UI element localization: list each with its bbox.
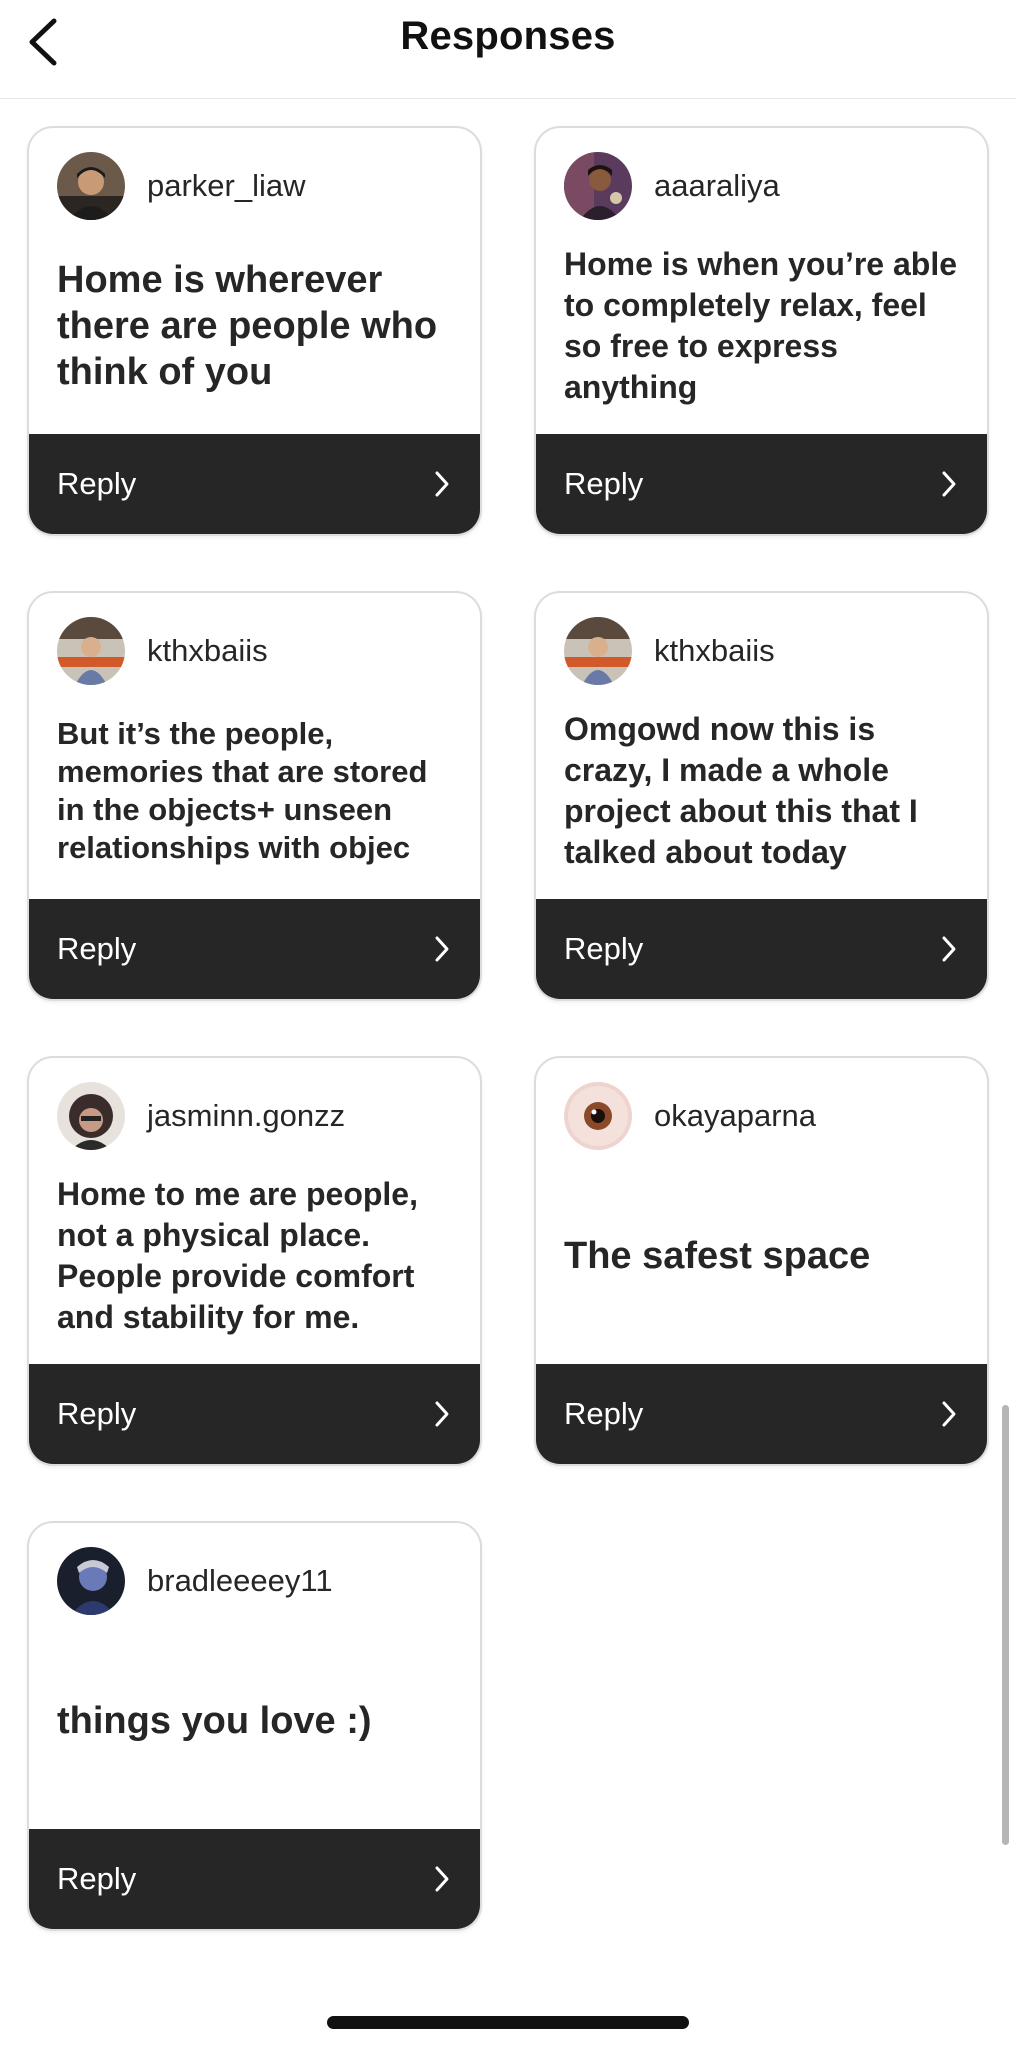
response-author[interactable]: bradleeeey11 [57, 1547, 333, 1615]
response-text: But it’s the people, memories that are s… [57, 716, 428, 865]
username[interactable]: parker_liaw [147, 168, 306, 204]
response-body: Home to me are people, not a physical pl… [57, 1158, 456, 1354]
eye-icon [564, 1082, 632, 1150]
response-text: Home is wherever there are people who th… [57, 259, 438, 393]
reply-label: Reply [564, 1396, 644, 1431]
response-body: Home is wherever there are people who th… [57, 228, 456, 424]
response-body: Omgowd now this is crazy, I made a whole… [564, 693, 963, 889]
response-text: Home to me are people, not a physical pl… [57, 1176, 418, 1335]
home-indicator[interactable] [327, 2016, 689, 2029]
response-author[interactable]: jasminn.gonzz [57, 1082, 345, 1150]
username[interactable]: kthxbaiis [147, 633, 268, 669]
username[interactable]: jasminn.gonzz [147, 1098, 345, 1134]
response-author[interactable]: parker_liaw [57, 152, 306, 220]
response-card: kthxbaiis Omgowd now this is crazy, I ma… [534, 591, 989, 1001]
chevron-right-icon [939, 1400, 959, 1428]
response-text: Home is when you’re able to completely r… [564, 246, 957, 405]
response-text: things you love :) [57, 1700, 372, 1742]
reply-button[interactable]: Reply [29, 434, 480, 534]
response-body: things you love :) [57, 1623, 456, 1819]
reply-button[interactable]: Reply [536, 434, 987, 534]
avatar[interactable] [57, 1082, 125, 1150]
response-body: But it’s the people, memories that are s… [57, 693, 456, 889]
chevron-right-icon [432, 935, 452, 963]
response-author[interactable]: kthxbaiis [564, 617, 775, 685]
reply-label: Reply [57, 1396, 137, 1431]
reply-label: Reply [564, 931, 644, 966]
response-body: Home is when you’re able to completely r… [564, 228, 963, 424]
scrollbar[interactable] [1002, 1405, 1009, 1845]
top-bar: Responses [0, 0, 1016, 99]
avatar[interactable] [564, 1082, 632, 1150]
page-title: Responses [400, 14, 616, 58]
chevron-right-icon [432, 1865, 452, 1893]
reply-button[interactable]: Reply [536, 899, 987, 999]
response-text: Omgowd now this is crazy, I made a whole… [564, 711, 918, 870]
response-author[interactable]: aaaraliya [564, 152, 780, 220]
username[interactable]: bradleeeey11 [147, 1563, 333, 1599]
reply-button[interactable]: Reply [29, 899, 480, 999]
reply-button[interactable]: Reply [29, 1364, 480, 1464]
response-author[interactable]: okayaparna [564, 1082, 816, 1150]
reply-label: Reply [57, 1861, 137, 1896]
avatar[interactable] [564, 152, 632, 220]
response-text: The safest space [564, 1235, 871, 1277]
avatar[interactable] [57, 152, 125, 220]
username[interactable]: kthxbaiis [654, 633, 775, 669]
response-card: jasminn.gonzz Home to me are people, not… [27, 1056, 482, 1466]
response-body: The safest space [564, 1158, 963, 1354]
reply-label: Reply [564, 466, 644, 501]
reply-button[interactable]: Reply [29, 1829, 480, 1929]
response-author[interactable]: kthxbaiis [57, 617, 268, 685]
response-card: kthxbaiis But it’s the people, memories … [27, 591, 482, 1001]
responses-grid: parker_liaw Home is wherever there are p… [27, 126, 989, 1931]
response-card: parker_liaw Home is wherever there are p… [27, 126, 482, 536]
avatar[interactable] [57, 617, 125, 685]
chevron-right-icon [939, 470, 959, 498]
response-card: aaaraliya Home is when you’re able to co… [534, 126, 989, 536]
chevron-right-icon [939, 935, 959, 963]
reply-button[interactable]: Reply [536, 1364, 987, 1464]
response-card: okayaparna The safest space Reply [534, 1056, 989, 1466]
response-card: bradleeeey11 things you love :) Reply [27, 1521, 482, 1931]
avatar[interactable] [564, 617, 632, 685]
chevron-right-icon [432, 470, 452, 498]
username[interactable]: okayaparna [654, 1098, 816, 1134]
avatar[interactable] [57, 1547, 125, 1615]
reply-label: Reply [57, 466, 137, 501]
username[interactable]: aaaraliya [654, 168, 780, 204]
chevron-right-icon [432, 1400, 452, 1428]
reply-label: Reply [57, 931, 137, 966]
